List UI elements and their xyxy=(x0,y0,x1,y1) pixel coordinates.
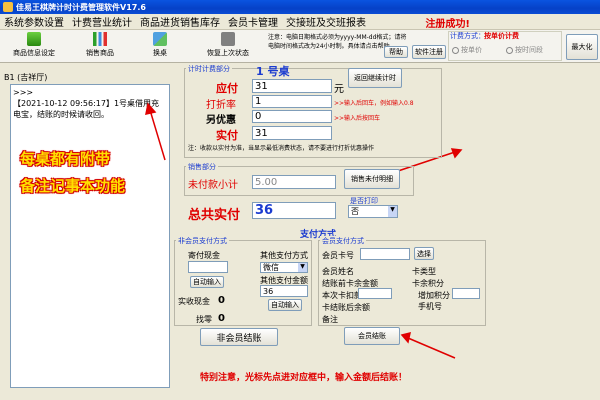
annotation-arrow xyxy=(407,337,456,359)
bottom-warning: 特别注意，光标先点进对应框中，输入金额后结账！ xyxy=(200,373,408,383)
cash-field[interactable] xyxy=(188,261,228,273)
deduct-label: 本次卡扣款 xyxy=(322,291,362,300)
extra-discount-field[interactable]: 0 xyxy=(252,110,332,123)
arrow-head xyxy=(400,331,411,344)
other-auto-input-button[interactable]: 自动输入 xyxy=(268,299,302,311)
billing-group-title: 计时计费部分 xyxy=(186,64,232,74)
card-no-label: 会员卡号 xyxy=(322,251,354,260)
cash-label: 寄付现金 xyxy=(188,251,220,260)
member-group-title: 会员支付方式 xyxy=(320,236,366,246)
extra-discount-label: 另优惠 xyxy=(206,115,236,126)
other-method-label: 其他支付方式 xyxy=(260,251,308,260)
sales-unpaid-detail-button[interactable]: 销售未付明细 xyxy=(344,169,400,189)
annotation-arrow xyxy=(149,109,166,161)
extra-discount-hint: >>输入后按回车 xyxy=(334,115,381,122)
phone-label: 手机号 xyxy=(418,302,442,311)
non-member-group-title: 非会员支付方式 xyxy=(176,236,229,246)
balance-after-label: 卡结账后余额 xyxy=(322,303,370,312)
currency-unit: 元 xyxy=(334,84,344,95)
paid-label: 实付 xyxy=(216,129,238,142)
table-title: 1 号桌 xyxy=(256,65,290,78)
card-type-label: 卡类型 xyxy=(412,267,436,276)
paid-amount-field[interactable]: 31 xyxy=(252,126,332,140)
member-checkout-button[interactable]: 会员结账 xyxy=(344,327,400,345)
discount-rate-field[interactable]: 1 xyxy=(252,95,332,108)
remark-label: 备注 xyxy=(322,315,338,324)
card-points-label: 卡余积分 xyxy=(412,279,444,288)
change-label: 找零 xyxy=(196,315,212,324)
other-amount-field[interactable]: 36 xyxy=(260,285,308,297)
total-paid-field[interactable]: 36 xyxy=(252,202,336,219)
actual-cash-label: 实收现金 xyxy=(178,297,210,306)
due-label: 应付 xyxy=(216,82,238,95)
non-member-checkout-button[interactable]: 非会员结账 xyxy=(200,328,278,346)
cash-auto-input-button[interactable]: 自动输入 xyxy=(190,276,224,288)
member-name-label: 会员姓名 xyxy=(322,267,354,276)
select-card-button[interactable]: 选择 xyxy=(414,247,434,260)
billing-note: 注：收款以实付为准，当显示最低消费状态，请不要进行打折优惠操作 xyxy=(188,145,375,152)
card-no-field[interactable] xyxy=(360,248,410,260)
other-method-value: 微信 xyxy=(263,263,279,272)
add-points-label: 增加积分 xyxy=(418,291,450,300)
unpaid-subtotal-label: 未付款小计 xyxy=(188,180,238,191)
add-points-field[interactable] xyxy=(452,288,480,299)
deduct-field[interactable] xyxy=(358,288,392,299)
sales-group-title: 销售部分 xyxy=(186,162,218,172)
annotation-arrows xyxy=(145,102,463,359)
actual-cash-value: 0 xyxy=(218,295,225,306)
other-method-select[interactable]: 微信 ▼ xyxy=(260,262,308,273)
arrow-head xyxy=(145,102,157,115)
discount-hint: >>输入后回车，例如输入0.8 xyxy=(334,100,414,107)
change-value: 0 xyxy=(218,313,225,324)
chevron-down-icon: ▼ xyxy=(388,206,397,217)
chevron-down-icon: ▼ xyxy=(298,263,307,272)
print-select[interactable]: 否 ▼ xyxy=(348,205,398,218)
return-timing-button[interactable]: 返回继续计时 xyxy=(348,68,402,88)
total-paid-label: 总共实付 xyxy=(188,208,241,223)
print-select-value: 否 xyxy=(351,207,359,216)
unpaid-subtotal-field[interactable]: 5.00 xyxy=(252,175,336,189)
due-amount-field[interactable]: 31 xyxy=(252,79,332,93)
arrow-head xyxy=(450,148,463,159)
discount-label: 打折率 xyxy=(206,100,236,111)
